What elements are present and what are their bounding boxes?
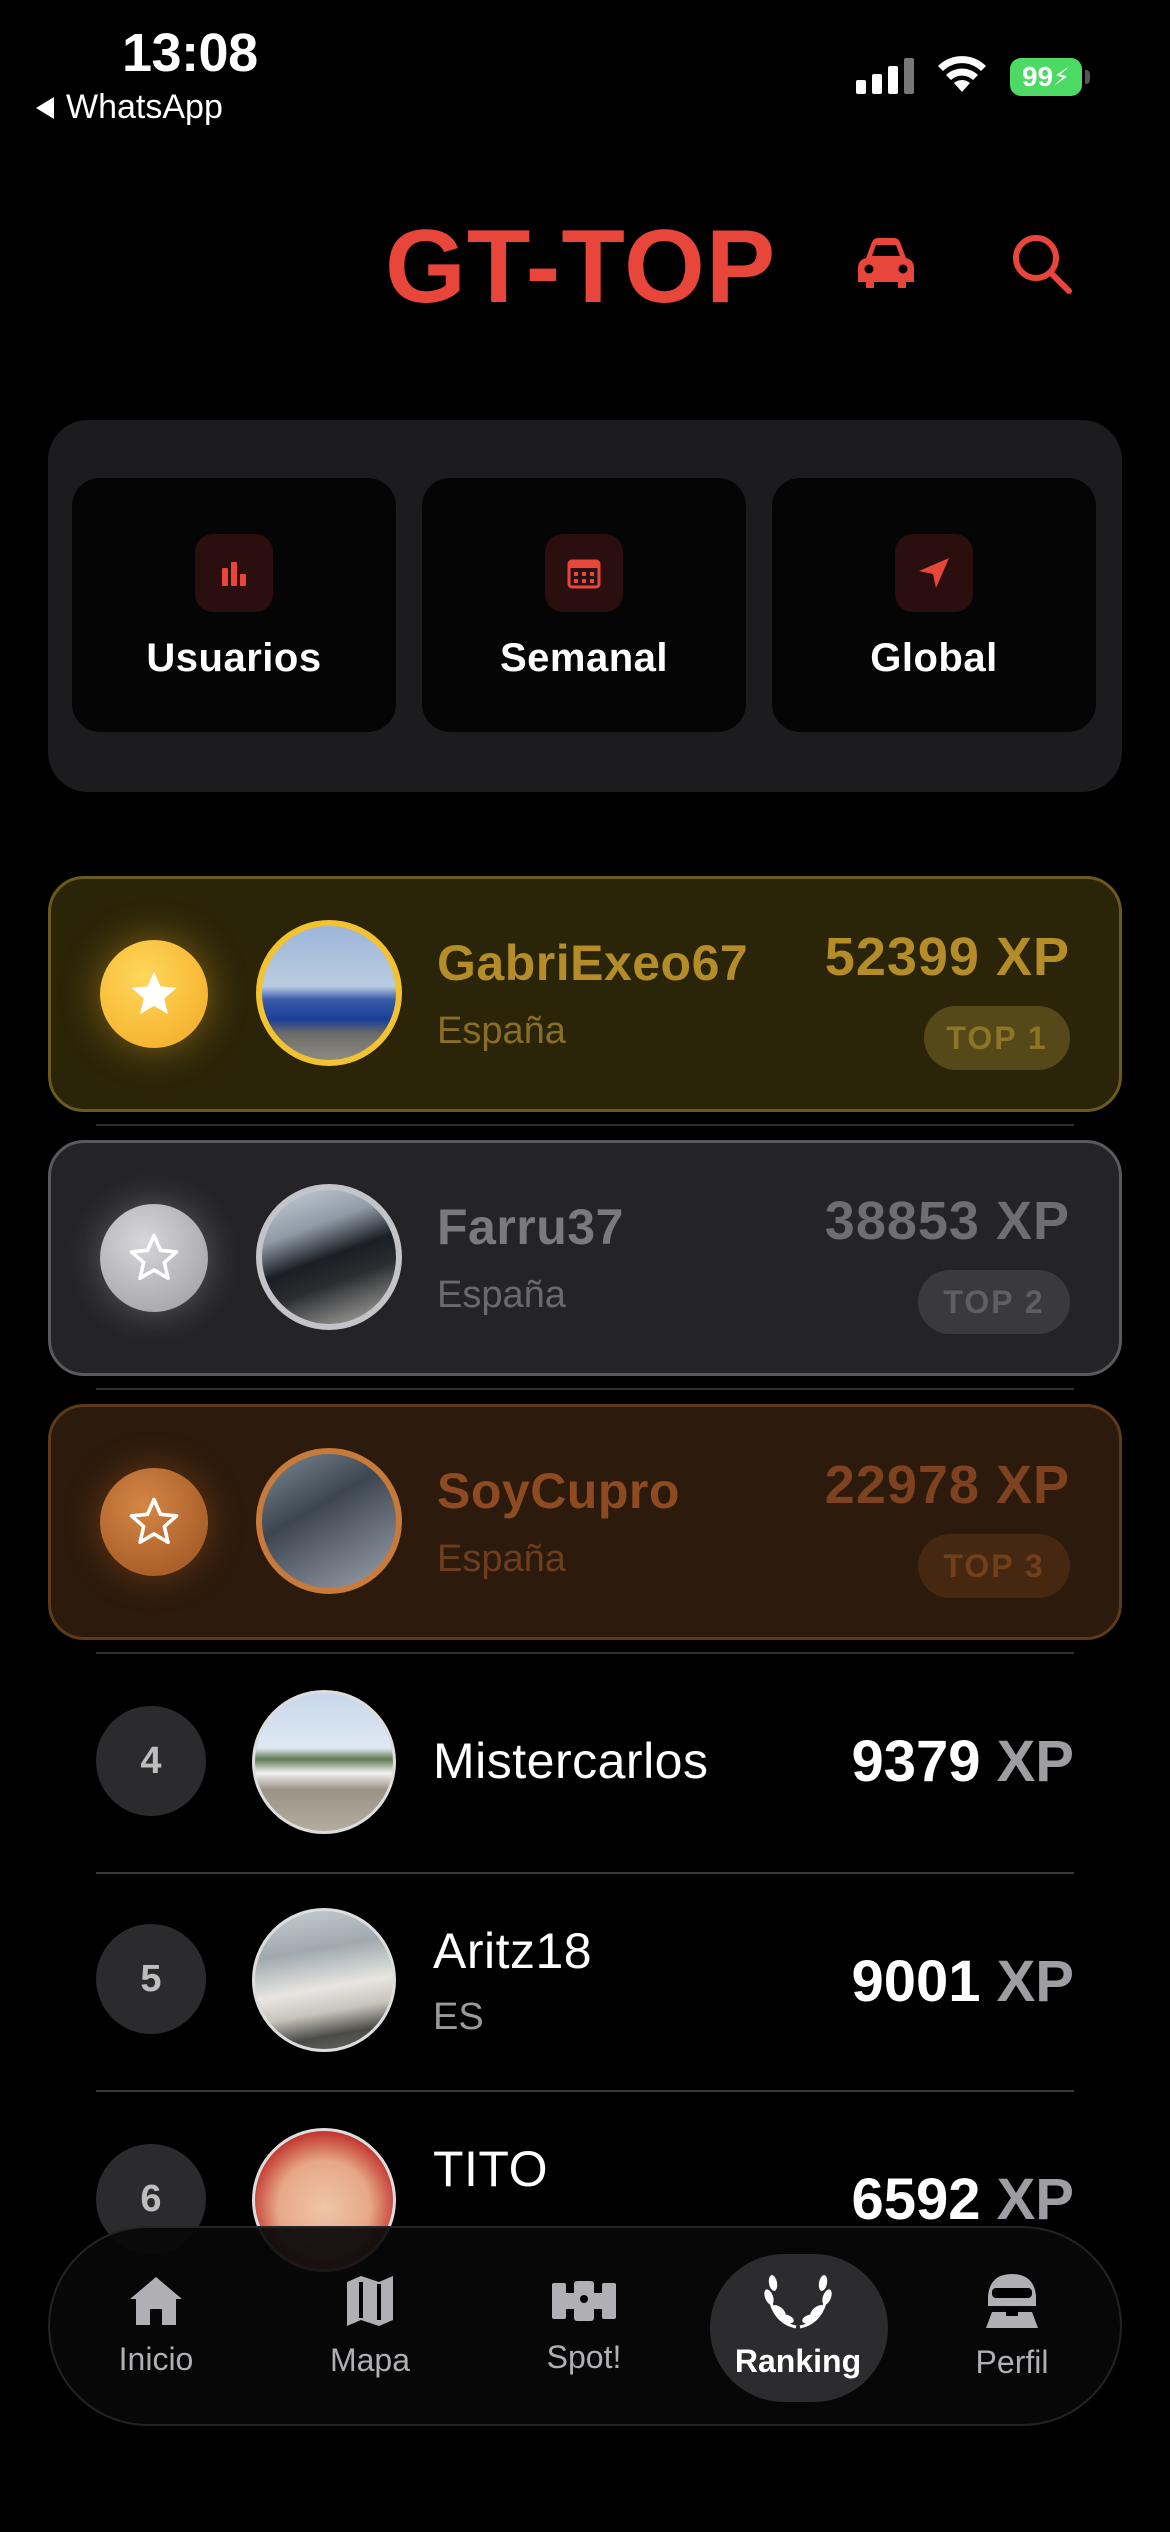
row-xp: 9379 XP (851, 1728, 1074, 1795)
star-outline-icon (100, 1204, 208, 1312)
podium-xp: 38853 XP (824, 1191, 1070, 1251)
podium-name: GabriExeo67 (437, 935, 749, 991)
search-icon[interactable] (1010, 232, 1074, 301)
star-icon (100, 940, 208, 1048)
podium-card-1[interactable] (48, 876, 1122, 1112)
row-name: TITO (433, 2141, 548, 2197)
rank-number: 5 (96, 1924, 206, 2034)
tab-label: Spot! (546, 2338, 622, 2375)
tab-mapa[interactable]: Mapa (270, 2226, 470, 2426)
filter-usuarios-button[interactable]: Usuarios (72, 478, 396, 732)
podium-xp: 52399 XP (824, 927, 1070, 987)
avatar[interactable] (256, 920, 402, 1066)
location-arrow-icon (895, 534, 973, 612)
tab-label: Inicio (118, 2340, 194, 2377)
row-name: Aritz18 (433, 1923, 593, 1979)
row-name: Mistercarlos (433, 1733, 709, 1789)
avatar[interactable] (252, 1908, 396, 2052)
filter-semanal-button[interactable]: Semanal (422, 478, 746, 732)
avatar[interactable] (256, 1184, 402, 1330)
xp-unit: XP (996, 2167, 1074, 2232)
status-time: 13:08 (122, 23, 258, 83)
helmet-icon (986, 2273, 1038, 2328)
divider (96, 1652, 1074, 1654)
wifi-icon (936, 54, 988, 99)
xp-value: 9001 (851, 1949, 981, 2014)
divider (96, 1124, 1074, 1126)
divider (96, 1872, 1074, 1874)
podium-name: SoyCupro (437, 1463, 680, 1519)
row-xp: 6592 XP (851, 2166, 1074, 2233)
top-badge: TOP 2 (918, 1270, 1070, 1334)
tab-spot[interactable]: Spot! (484, 2226, 684, 2426)
row-country: ES (433, 1996, 484, 2038)
divider (96, 1388, 1074, 1390)
top-badge: TOP 1 (924, 1006, 1070, 1070)
xp-unit: XP (996, 1729, 1074, 1794)
tab-label: Ranking (734, 2342, 862, 2379)
podium-xp: 22978 XP (824, 1455, 1070, 1515)
map-icon (347, 2275, 393, 2326)
car-icon[interactable] (856, 236, 916, 295)
home-icon (130, 2276, 182, 2325)
filter-label: Semanal (499, 636, 669, 680)
battery-level: 99 (1021, 61, 1054, 92)
back-app-label: WhatsApp (66, 88, 223, 126)
top-badge: TOP 3 (918, 1534, 1070, 1598)
laurel-icon (764, 2274, 832, 2328)
tab-label: Perfil (975, 2343, 1049, 2380)
tab-perfil[interactable]: Perfil (912, 2226, 1112, 2426)
tab-label: Mapa (329, 2341, 411, 2378)
calendar-icon (545, 534, 623, 612)
cellular-signal-icon (856, 58, 914, 94)
podium-country: España (437, 1010, 566, 1052)
tab-ranking[interactable]: Ranking (698, 2226, 898, 2426)
podium-country: España (437, 1274, 566, 1316)
xp-unit: XP (996, 1949, 1074, 2014)
podium-country: España (437, 1538, 566, 1580)
battery-cap (1085, 70, 1090, 84)
back-to-app-link[interactable]: WhatsApp (36, 88, 223, 127)
star-outline-icon (100, 1468, 208, 1576)
filter-label: Usuarios (146, 636, 322, 680)
xp-value: 6592 (851, 2167, 981, 2232)
filter-label: Global (870, 636, 998, 680)
podium-card-2[interactable] (48, 1140, 1122, 1376)
app-title: GT-TOP (385, 209, 777, 325)
avatar[interactable] (252, 1690, 396, 1834)
row-xp: 9001 XP (851, 1948, 1074, 2015)
tab-inicio[interactable]: Inicio (56, 2226, 256, 2426)
back-arrow-icon (36, 96, 54, 119)
battery-icon: 99 ⚡ (1010, 58, 1082, 96)
podium-card-3[interactable] (48, 1404, 1122, 1640)
divider (96, 2090, 1074, 2092)
rank-number: 4 (96, 1706, 206, 1816)
podium-name: Farru37 (437, 1199, 624, 1255)
avatar[interactable] (256, 1448, 402, 1594)
filter-global-button[interactable]: Global (772, 478, 1096, 732)
race-car-icon (552, 2280, 616, 2321)
bar-chart-icon (195, 534, 273, 612)
xp-value: 9379 (851, 1729, 981, 1794)
